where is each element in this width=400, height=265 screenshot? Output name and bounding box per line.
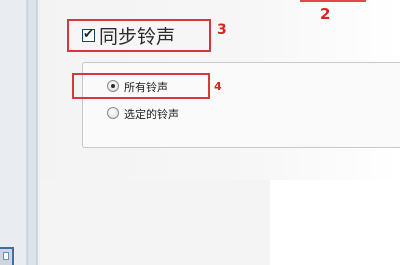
tab-underline — [300, 0, 366, 2]
selected-ringtones-radio[interactable] — [107, 107, 119, 119]
content-background-fade — [270, 180, 400, 265]
sync-ringtones-label[interactable]: 同步铃声 — [99, 22, 175, 49]
annotation-step-2: 2 — [320, 5, 331, 23]
content-background-lower — [40, 180, 270, 265]
annotation-step-4: 4 — [214, 80, 222, 93]
all-ringtones-radio[interactable] — [107, 80, 119, 92]
checkmark-icon: ✔ — [83, 27, 94, 42]
annotation-step-3: 3 — [217, 22, 227, 38]
selected-ringtones-label[interactable]: 选定的铃声 — [124, 106, 179, 122]
sidebar-corner-icon — [0, 247, 14, 265]
all-ringtones-label[interactable]: 所有铃声 — [124, 79, 168, 95]
left-sidebar — [0, 0, 40, 265]
sync-ringtones-checkbox[interactable]: ✔ — [82, 27, 95, 42]
radio-selected-dot — [111, 84, 115, 88]
device-icon — [3, 252, 9, 260]
